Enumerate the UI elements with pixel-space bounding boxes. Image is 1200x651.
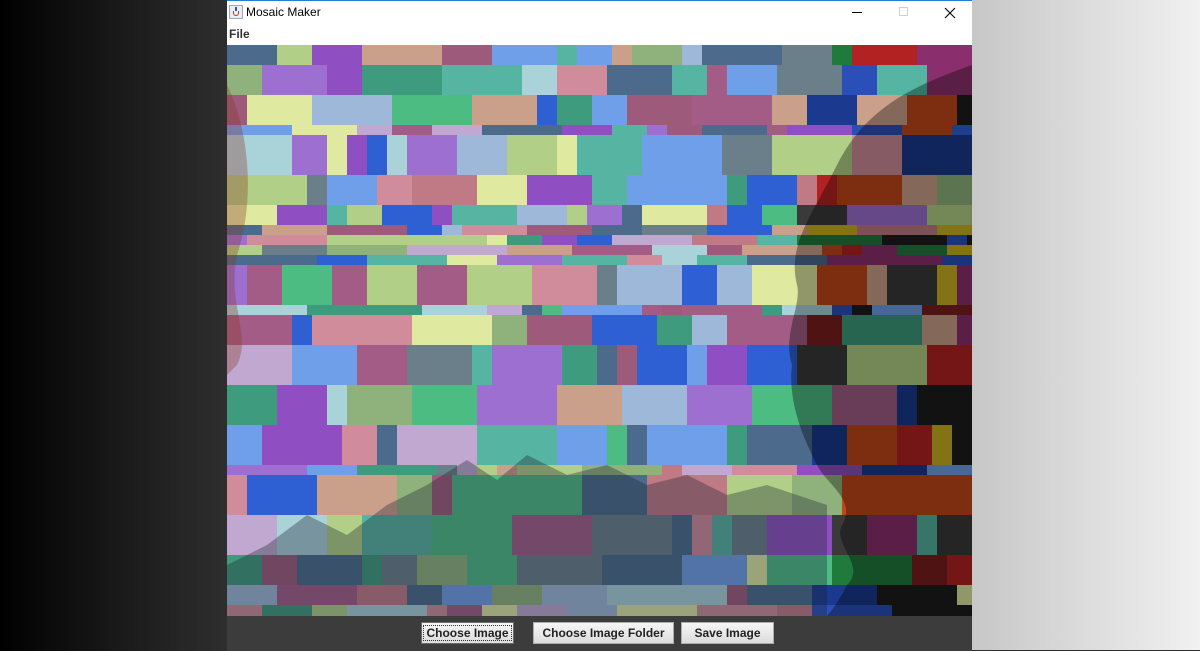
close-button[interactable] <box>927 1 973 24</box>
maximize-icon <box>899 7 908 16</box>
java-cup-icon <box>229 5 243 19</box>
maximize-button[interactable] <box>881 1 927 24</box>
title-bar[interactable]: Mosaic Maker <box>227 1 972 24</box>
save-image-button[interactable]: Save Image <box>681 622 774 644</box>
choose-image-label: Choose Image <box>423 625 512 641</box>
app-window: Mosaic Maker File Choose Image Choose Im… <box>227 0 972 651</box>
choose-image-button[interactable]: Choose Image <box>421 622 514 644</box>
minimize-icon <box>852 12 862 13</box>
window-title: Mosaic Maker <box>246 5 321 19</box>
portrait-silhouette <box>227 65 972 616</box>
menu-bar: File <box>227 24 972 45</box>
choose-image-folder-button[interactable]: Choose Image Folder <box>533 622 674 644</box>
desktop-background <box>972 0 1200 650</box>
close-icon <box>944 7 956 19</box>
menu-file[interactable]: File <box>229 27 250 42</box>
minimize-button[interactable] <box>834 1 880 24</box>
mosaic-canvas <box>227 45 972 616</box>
button-bar: Choose Image Choose Image Folder Save Im… <box>227 616 972 651</box>
